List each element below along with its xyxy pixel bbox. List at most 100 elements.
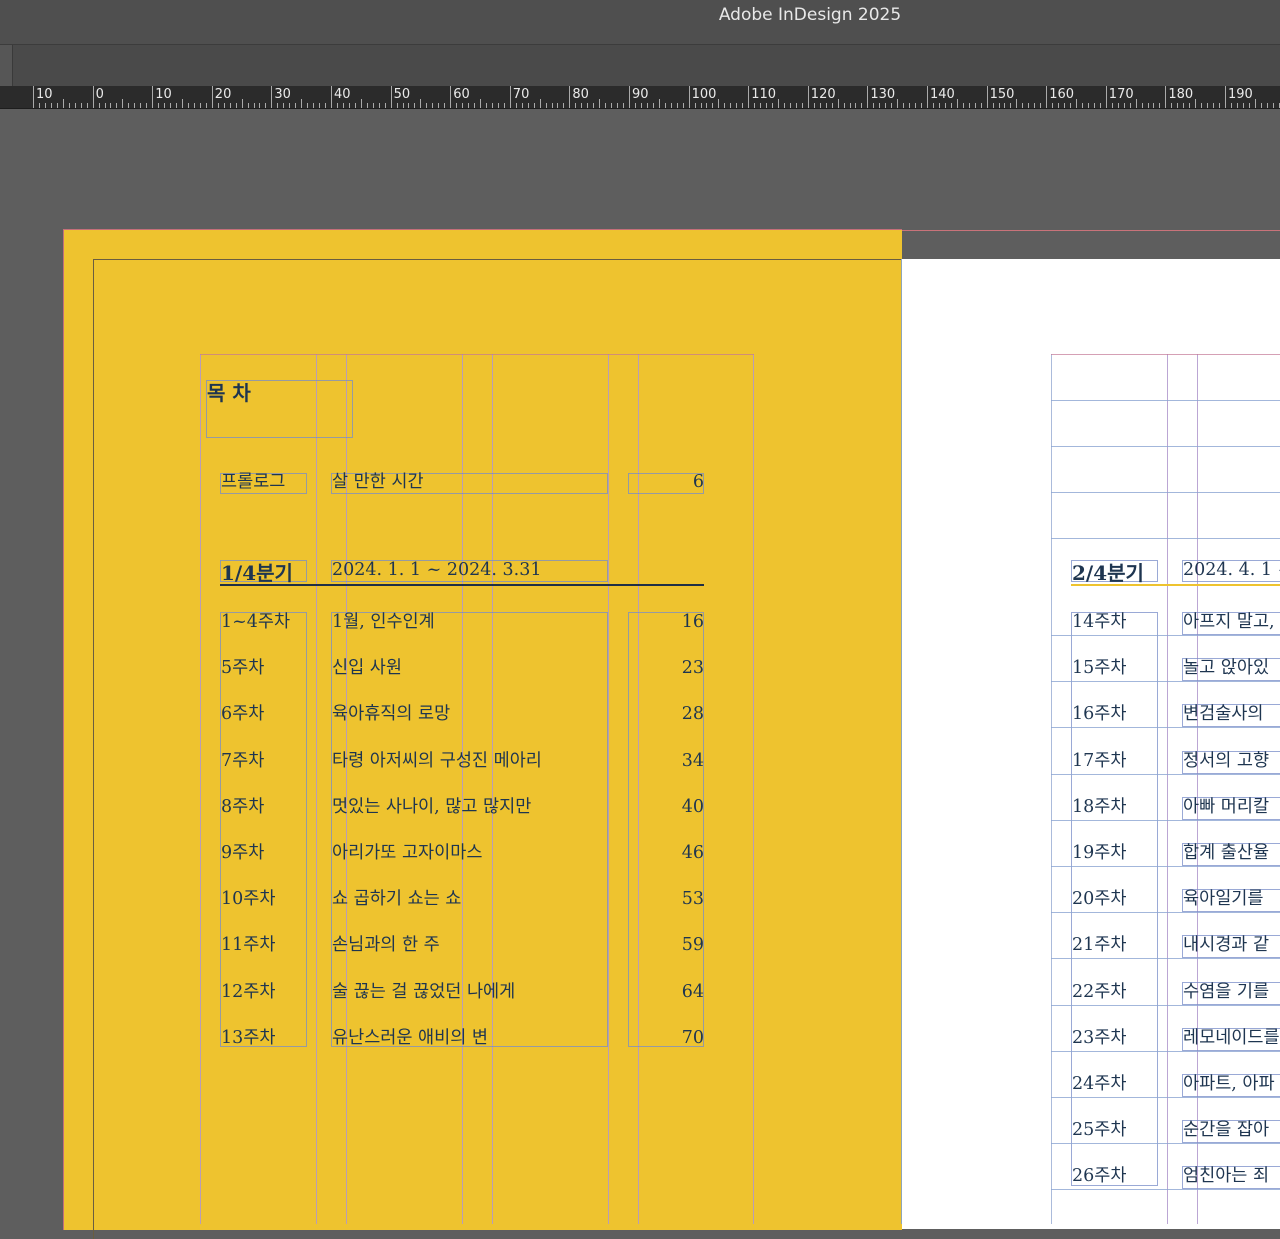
ruler-minor-tick	[110, 103, 112, 108]
ruler-label: 120	[810, 87, 836, 102]
ruler-label: 70	[512, 87, 530, 102]
ruler-minor-tick	[718, 99, 720, 108]
ruler-label: 160	[1049, 87, 1075, 102]
baseline-guide	[1051, 1050, 1280, 1052]
ruler-minor-tick	[1230, 103, 1232, 108]
baseline-guide	[1051, 773, 1280, 775]
ruler-minor-tick	[235, 103, 237, 108]
ruler-minor-tick	[56, 103, 58, 108]
ruler-minor-tick	[336, 103, 338, 108]
ruler-minor-tick	[396, 103, 398, 108]
ruler-minor-tick	[1242, 103, 1244, 108]
toc-week-right: 22주차	[1072, 981, 1127, 1002]
ruler-minor-tick	[468, 103, 470, 108]
ruler-minor-tick	[1141, 103, 1143, 108]
ruler-minor-tick	[664, 103, 666, 108]
toc-title-right: 놀고 앉아있	[1183, 658, 1270, 679]
ruler-minor-tick	[1135, 99, 1137, 108]
ruler-minor-tick	[140, 103, 142, 108]
ruler-minor-tick	[1213, 103, 1215, 108]
toc-title: 육아휴직의 로망	[332, 704, 451, 725]
ruler-minor-tick	[1028, 103, 1030, 108]
toc-week-right: 25주차	[1072, 1120, 1127, 1141]
ruler-minor-tick	[182, 99, 183, 108]
ruler-minor-tick	[134, 103, 136, 108]
toc-week: 9주차	[221, 843, 265, 863]
ruler-label: 100	[691, 87, 717, 102]
ruler-minor-tick	[372, 103, 374, 108]
ruler-label: 50	[393, 87, 411, 102]
ruler-minor-tick	[426, 103, 428, 108]
quarter-dates: 2024. 1. 1 ~ 2024. 3.31	[332, 560, 542, 580]
ruler-minor-tick	[1278, 103, 1280, 108]
toc-title-right: 아빠 머리칼	[1183, 796, 1270, 817]
toc-week: 11주차	[221, 935, 276, 956]
ruler-minor-tick	[974, 103, 976, 108]
ruler-minor-tick	[74, 103, 76, 108]
ruler-minor-tick	[420, 99, 422, 108]
ruler-minor-tick	[38, 103, 40, 108]
toc-page: 53	[681, 889, 704, 910]
ruler-minor-tick	[128, 103, 130, 108]
ruler-minor-tick	[307, 103, 309, 108]
ruler-minor-tick	[938, 103, 940, 108]
baseline-guide	[1051, 1143, 1280, 1145]
toc-title-right: 순간을 잡아	[1183, 1120, 1270, 1141]
ruler-minor-tick	[408, 103, 410, 108]
baseline-guide	[1051, 1004, 1280, 1006]
ruler-major-tick	[629, 86, 630, 108]
baseline-guide	[1051, 446, 1280, 447]
ruler-minor-tick	[694, 103, 696, 108]
ruler-minor-tick	[223, 103, 225, 108]
horizontal-ruler[interactable]: 10 0 10 20 30 40 50 60 70 80 90 100 110 120 130 140 150 1…	[0, 86, 1280, 109]
ruler-minor-tick	[676, 103, 678, 108]
ruler-minor-tick	[879, 103, 881, 108]
ruler-minor-tick	[617, 103, 619, 108]
ruler-minor-tick	[176, 103, 178, 108]
ruler-minor-tick	[1189, 103, 1191, 108]
ruler-minor-tick	[766, 103, 768, 108]
ruler-major-tick	[92, 86, 94, 108]
ruler-minor-tick	[575, 103, 577, 108]
ruler-minor-tick	[944, 103, 946, 108]
column-guide	[1167, 354, 1168, 1224]
toc-title-right: 레모네이드를	[1183, 1027, 1280, 1048]
ruler-minor-tick	[831, 103, 833, 108]
prologue-title: 살 만한 시간	[332, 472, 424, 492]
ruler-minor-tick	[104, 103, 106, 108]
toc-title: 멋있는 사나이, 많고 많지만	[332, 796, 532, 817]
toc-week-right: 23주차	[1072, 1027, 1127, 1048]
ruler-minor-tick	[772, 103, 774, 108]
ruler-label: 130	[870, 87, 896, 102]
baseline-guide	[1051, 912, 1280, 914]
ruler-minor-tick	[539, 99, 541, 108]
ruler-minor-tick	[1087, 103, 1089, 108]
ruler-minor-tick	[640, 103, 642, 108]
toc-title-right: 엄친아는 죄	[1183, 1166, 1270, 1187]
toc-page: 23	[681, 658, 704, 679]
quarter2-label: 2/4분기	[1072, 561, 1144, 585]
ruler-major-tick	[688, 86, 690, 108]
control-panel	[0, 45, 1280, 86]
ruler-minor-tick	[289, 103, 291, 108]
ruler-minor-tick	[1064, 103, 1066, 108]
ruler-minor-tick	[527, 103, 529, 108]
ruler-minor-tick	[1177, 103, 1179, 108]
ruler-minor-tick	[563, 103, 565, 108]
ruler-minor-tick	[414, 103, 416, 108]
ruler-minor-tick	[551, 103, 553, 108]
baseline-guide	[1051, 681, 1280, 683]
quarter-label: 1/4분기	[221, 561, 293, 585]
ruler-major-tick	[1105, 86, 1107, 108]
ruler-minor-tick	[366, 103, 368, 108]
ruler-major-tick	[927, 86, 928, 108]
ruler-minor-tick	[873, 103, 875, 108]
panel-collapse-handle[interactable]	[0, 45, 13, 86]
ruler-minor-tick	[730, 103, 732, 108]
ruler-minor-tick	[932, 103, 934, 108]
ruler-minor-tick	[497, 103, 499, 108]
ruler-minor-tick	[521, 103, 523, 108]
toc-title-right: 합계 출산율	[1183, 843, 1270, 863]
toc-week: 12주차	[221, 981, 276, 1002]
quarter2-dates: 2024. 4. 1 ~	[1183, 560, 1280, 580]
